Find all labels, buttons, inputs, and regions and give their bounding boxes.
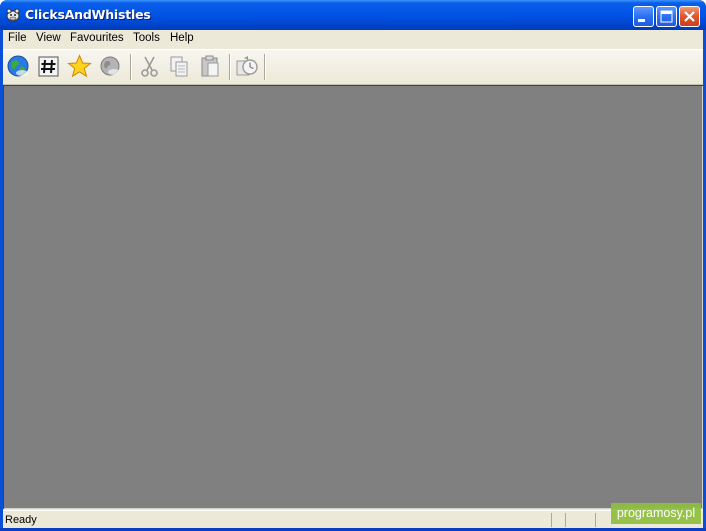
menu-favourites[interactable]: Favourites (70, 32, 124, 44)
minimize-button[interactable] (633, 6, 654, 27)
favourites-button[interactable] (66, 53, 93, 80)
app-window: ClicksAndWhistles File View Favourites T… (0, 0, 706, 531)
toolbar-separator (130, 54, 132, 80)
paste-icon (201, 55, 219, 77)
menu-tools[interactable]: Tools (133, 32, 160, 44)
status-bar: Ready (3, 510, 703, 529)
hash-icon (38, 56, 59, 77)
globe-disabled-icon (100, 56, 120, 76)
menu-bar: File View Favourites Tools Help (3, 30, 703, 50)
history-button[interactable] (234, 53, 261, 80)
maximize-button[interactable] (656, 6, 677, 27)
client-area: File View Favourites Tools Help Ready (3, 30, 703, 529)
toolbar-separator (264, 54, 266, 80)
menu-view[interactable]: View (36, 32, 61, 44)
star-icon (67, 54, 92, 78)
hash-button[interactable] (35, 53, 62, 80)
window-title: ClicksAndWhistles (25, 7, 151, 22)
cut-icon (141, 56, 158, 77)
status-text: Ready (5, 514, 37, 526)
copy-button[interactable] (166, 53, 193, 80)
cut-button[interactable] (136, 53, 163, 80)
paste-button[interactable] (197, 53, 224, 80)
globe-button[interactable] (5, 53, 32, 80)
globe-icon (7, 55, 29, 77)
watermark-badge: programosy.pl (611, 503, 701, 524)
status-pane (551, 513, 565, 527)
minimize-icon (638, 19, 645, 22)
mdi-workspace[interactable] (3, 85, 703, 509)
history-icon (236, 56, 258, 76)
menu-help[interactable]: Help (170, 32, 194, 44)
title-bar[interactable]: ClicksAndWhistles (0, 0, 706, 30)
status-pane (565, 513, 595, 527)
copy-icon (170, 56, 188, 77)
globe-disabled-button[interactable] (97, 53, 124, 80)
close-icon (684, 11, 695, 22)
menu-file[interactable]: File (8, 32, 27, 44)
close-button[interactable] (679, 6, 700, 27)
maximize-icon (660, 10, 673, 23)
toolbar (3, 50, 703, 85)
hippo-app-icon (6, 8, 20, 22)
toolbar-separator (229, 54, 231, 80)
